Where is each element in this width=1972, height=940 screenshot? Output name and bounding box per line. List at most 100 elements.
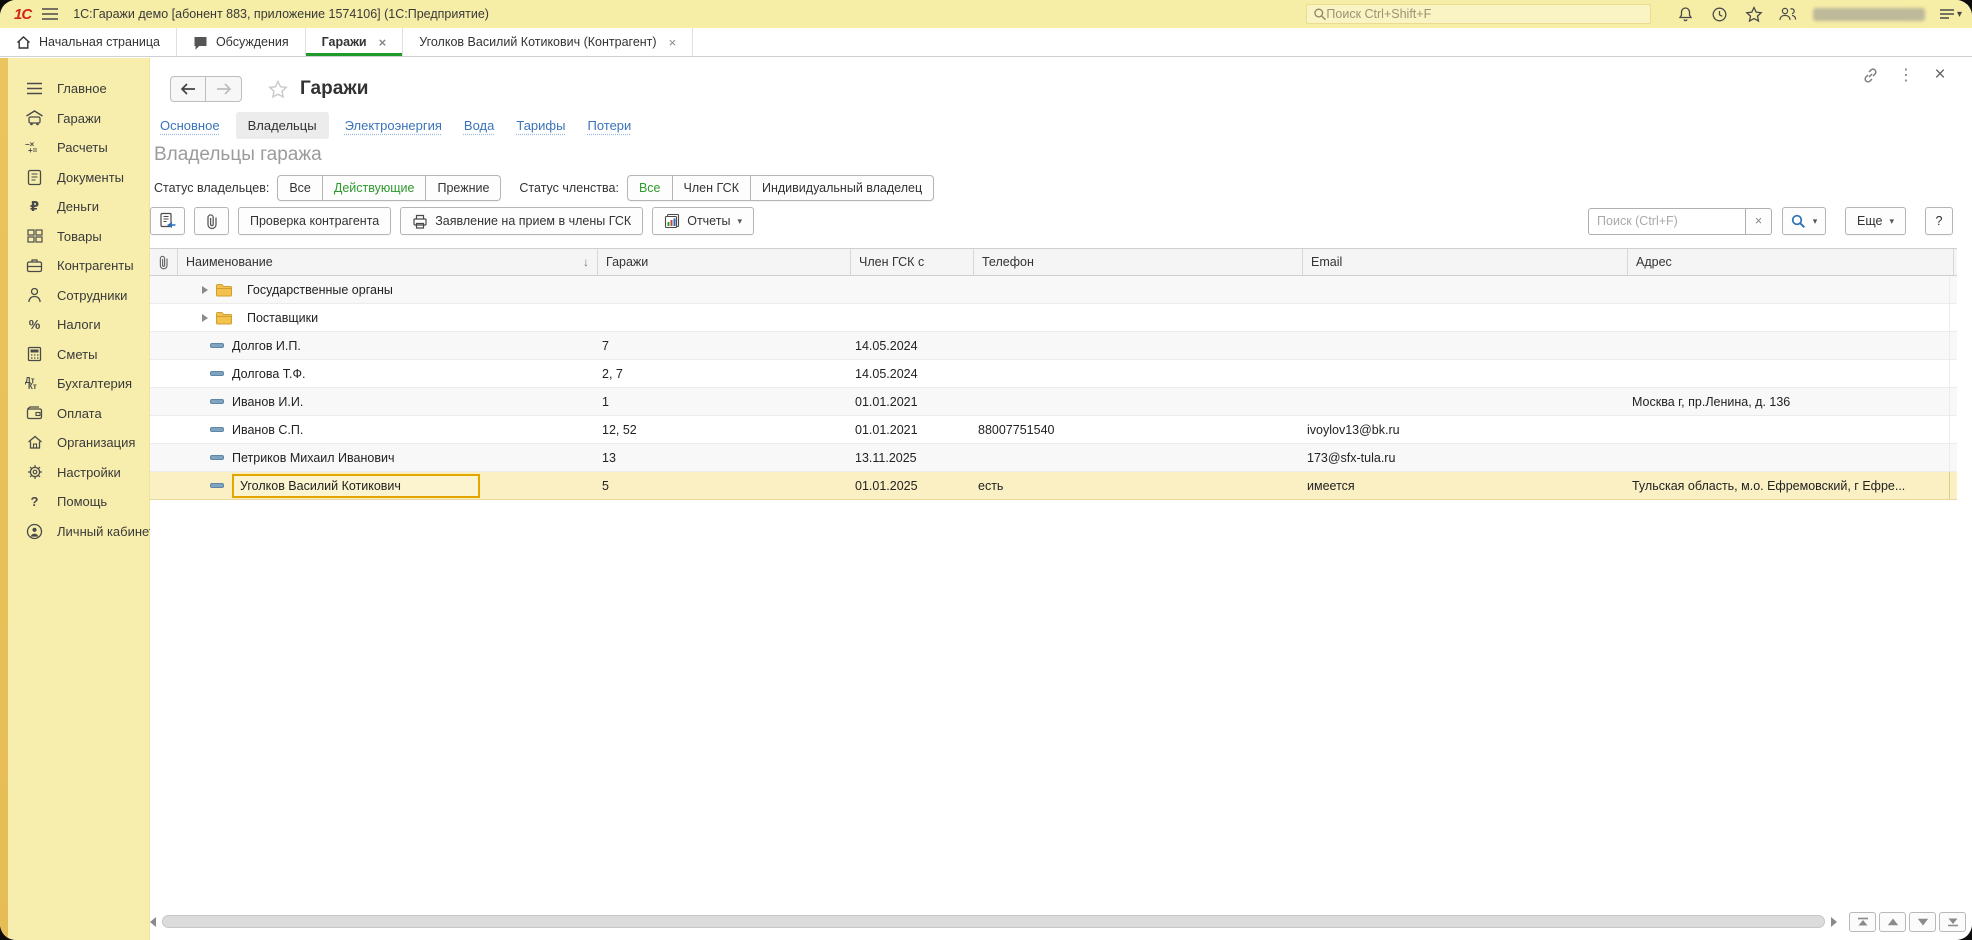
go-first-row-button[interactable] [1849, 912, 1876, 932]
forward-button[interactable] [206, 76, 242, 102]
back-button[interactable] [170, 76, 206, 102]
owners-status-former[interactable]: Прежние [426, 175, 501, 201]
scroll-right-icon[interactable] [1831, 917, 1837, 927]
sidebar-item-main[interactable]: Главное [8, 74, 149, 104]
search-settings-button[interactable]: ▾ [1782, 207, 1826, 235]
left-accent-strip [0, 58, 8, 940]
go-down-row-button[interactable] [1909, 912, 1936, 932]
column-header-email[interactable]: Email [1303, 249, 1628, 275]
expand-arrow-icon[interactable] [202, 314, 208, 322]
nav-link-tariffs[interactable]: Тарифы [510, 112, 571, 139]
tab-discussions[interactable]: Обсуждения [177, 28, 306, 56]
row-name-cell: Иванов И.И. [174, 388, 594, 415]
history-icon[interactable] [1710, 4, 1730, 24]
favorite-star-icon[interactable] [268, 80, 288, 99]
clear-search-icon[interactable]: × [1746, 208, 1772, 235]
help-button[interactable]: ? [1925, 207, 1953, 235]
caret-down-icon: ▾ [1889, 216, 1894, 227]
membership-status-switch: Все Член ГСК Индивидуальный владелец [627, 175, 934, 201]
app-window: 1С 1С:Гаражи демо [абонент 883, приложен… [0, 0, 1972, 940]
list-search-input[interactable] [1588, 208, 1746, 235]
go-up-row-button[interactable] [1879, 912, 1906, 932]
membership-application-button[interactable]: Заявление на прием в члены ГСК [400, 207, 643, 235]
table-row-item[interactable]: Долгова Т.Ф. 2, 7 14.05.2024 [150, 360, 1957, 388]
person-circle-icon [25, 522, 44, 541]
tab-close-icon[interactable]: × [379, 35, 387, 50]
sidebar-item-garages[interactable]: Гаражи [8, 104, 149, 134]
caret-down-icon: ▾ [1957, 10, 1962, 20]
page-tools: ⋮ × [1862, 64, 1950, 86]
global-search-input[interactable] [1326, 7, 1644, 21]
sidebar-item-money[interactable]: ₽ Деньги [8, 192, 149, 222]
sidebar-item-help[interactable]: ? Помощь [8, 487, 149, 517]
tab-ugolkov-contractor[interactable]: Уголков Василий Котикович (Контрагент) × [403, 28, 693, 56]
sidebar-item-settings[interactable]: Настройки [8, 458, 149, 488]
sidebar-item-estimates[interactable]: Сметы [8, 340, 149, 370]
shell: Главное Гаражи −×+= Расчеты Документы ₽ … [0, 58, 1972, 940]
tab-close-icon[interactable]: × [669, 35, 677, 50]
row-attachment-cell [150, 416, 174, 443]
nav-link-main[interactable]: Основное [154, 112, 226, 139]
nav-link-electricity[interactable]: Электроэнергия [339, 112, 448, 139]
hamburger-menu-icon[interactable] [41, 7, 59, 21]
user-name-redacted[interactable] [1813, 8, 1925, 21]
membership-all[interactable]: Все [627, 175, 673, 201]
scroll-left-icon[interactable] [150, 917, 156, 927]
table-row-group[interactable]: Поставщики [150, 304, 1957, 332]
kebab-menu-icon[interactable]: ⋮ [1896, 65, 1916, 85]
column-header-phone[interactable]: Телефон [974, 249, 1303, 275]
column-header-garages[interactable]: Гаражи [598, 249, 851, 275]
sidebar-item-taxes[interactable]: % Налоги [8, 310, 149, 340]
column-header-address[interactable]: Адрес [1628, 249, 1954, 275]
close-form-icon[interactable]: × [1930, 64, 1950, 86]
go-last-row-button[interactable] [1939, 912, 1966, 932]
focused-cell[interactable]: Уголков Василий Котикович [232, 474, 480, 498]
more-button[interactable]: Еще ▾ [1845, 207, 1906, 235]
question-icon: ? [25, 492, 44, 511]
table-row-item[interactable]: Петриков Михаил Иванович 13 13.11.2025 1… [150, 444, 1957, 472]
expand-arrow-icon[interactable] [202, 286, 208, 294]
table-row-group[interactable]: Государственные органы [150, 276, 1957, 304]
sidebar-item-employees[interactable]: Сотрудники [8, 281, 149, 311]
sidebar-item-documents[interactable]: Документы [8, 163, 149, 193]
sidebar-item-accounting[interactable]: ДтКт Бухгалтерия [8, 369, 149, 399]
notifications-bell-icon[interactable] [1676, 4, 1696, 24]
tab-home[interactable]: Начальная страница [0, 28, 177, 56]
global-search[interactable] [1306, 4, 1651, 24]
nav-link-losses[interactable]: Потери [581, 112, 637, 139]
table-row-item-selected[interactable]: Уголков Василий Котикович 5 01.01.2025 е… [150, 472, 1957, 500]
sidebar-item-organization[interactable]: Организация [8, 428, 149, 458]
check-contractor-button[interactable]: Проверка контрагента [238, 207, 391, 235]
table-row-item[interactable]: Иванов С.П. 12, 52 01.01.2021 8800775154… [150, 416, 1957, 444]
table-row-item[interactable]: Долгов И.П. 7 14.05.2024 [150, 332, 1957, 360]
attachments-button[interactable] [194, 207, 229, 235]
nav-link-owners[interactable]: Владельцы [236, 112, 329, 139]
column-header-name[interactable]: Наименование ↓ [178, 249, 598, 275]
sidebar-item-calculations[interactable]: −×+= Расчеты [8, 133, 149, 163]
nav-link-water[interactable]: Вода [458, 112, 500, 139]
table-row-item[interactable]: Иванов И.И. 1 01.01.2021 Москва г, пр.Ле… [150, 388, 1957, 416]
reports-button[interactable]: Отчеты ▾ [652, 207, 754, 235]
sidebar: Главное Гаражи −×+= Расчеты Документы ₽ … [8, 58, 150, 940]
column-header-member-since[interactable]: Член ГСК с [851, 249, 974, 275]
create-based-on-button[interactable] [150, 207, 185, 235]
attachment-column-header[interactable] [150, 249, 178, 275]
scrollbar-thumb[interactable] [162, 915, 1825, 928]
membership-gsk-member[interactable]: Член ГСК [673, 175, 751, 201]
sidebar-item-payment[interactable]: Оплата [8, 399, 149, 429]
wallet-icon [25, 404, 44, 423]
sidebar-item-goods[interactable]: Товары [8, 222, 149, 252]
membership-individual-owner[interactable]: Индивидуальный владелец [751, 175, 934, 201]
owners-status-all[interactable]: Все [277, 175, 323, 201]
sidebar-item-personal-account[interactable]: Личный кабинет [8, 517, 149, 547]
row-name-cell: Уголков Василий Котикович [174, 472, 594, 499]
owners-table: Наименование ↓ Гаражи Член ГСК с Телефон… [150, 248, 1957, 500]
scrollbar-track[interactable] [160, 915, 1827, 929]
tab-garages[interactable]: Гаражи × [306, 28, 404, 56]
users-icon[interactable] [1778, 4, 1798, 24]
get-link-icon[interactable] [1862, 67, 1882, 84]
favorites-star-icon[interactable] [1744, 4, 1764, 24]
owners-status-active[interactable]: Действующие [323, 175, 427, 201]
sidebar-item-contractors[interactable]: Контрагенты [8, 251, 149, 281]
service-menu-icon[interactable]: ▾ [1939, 8, 1962, 20]
